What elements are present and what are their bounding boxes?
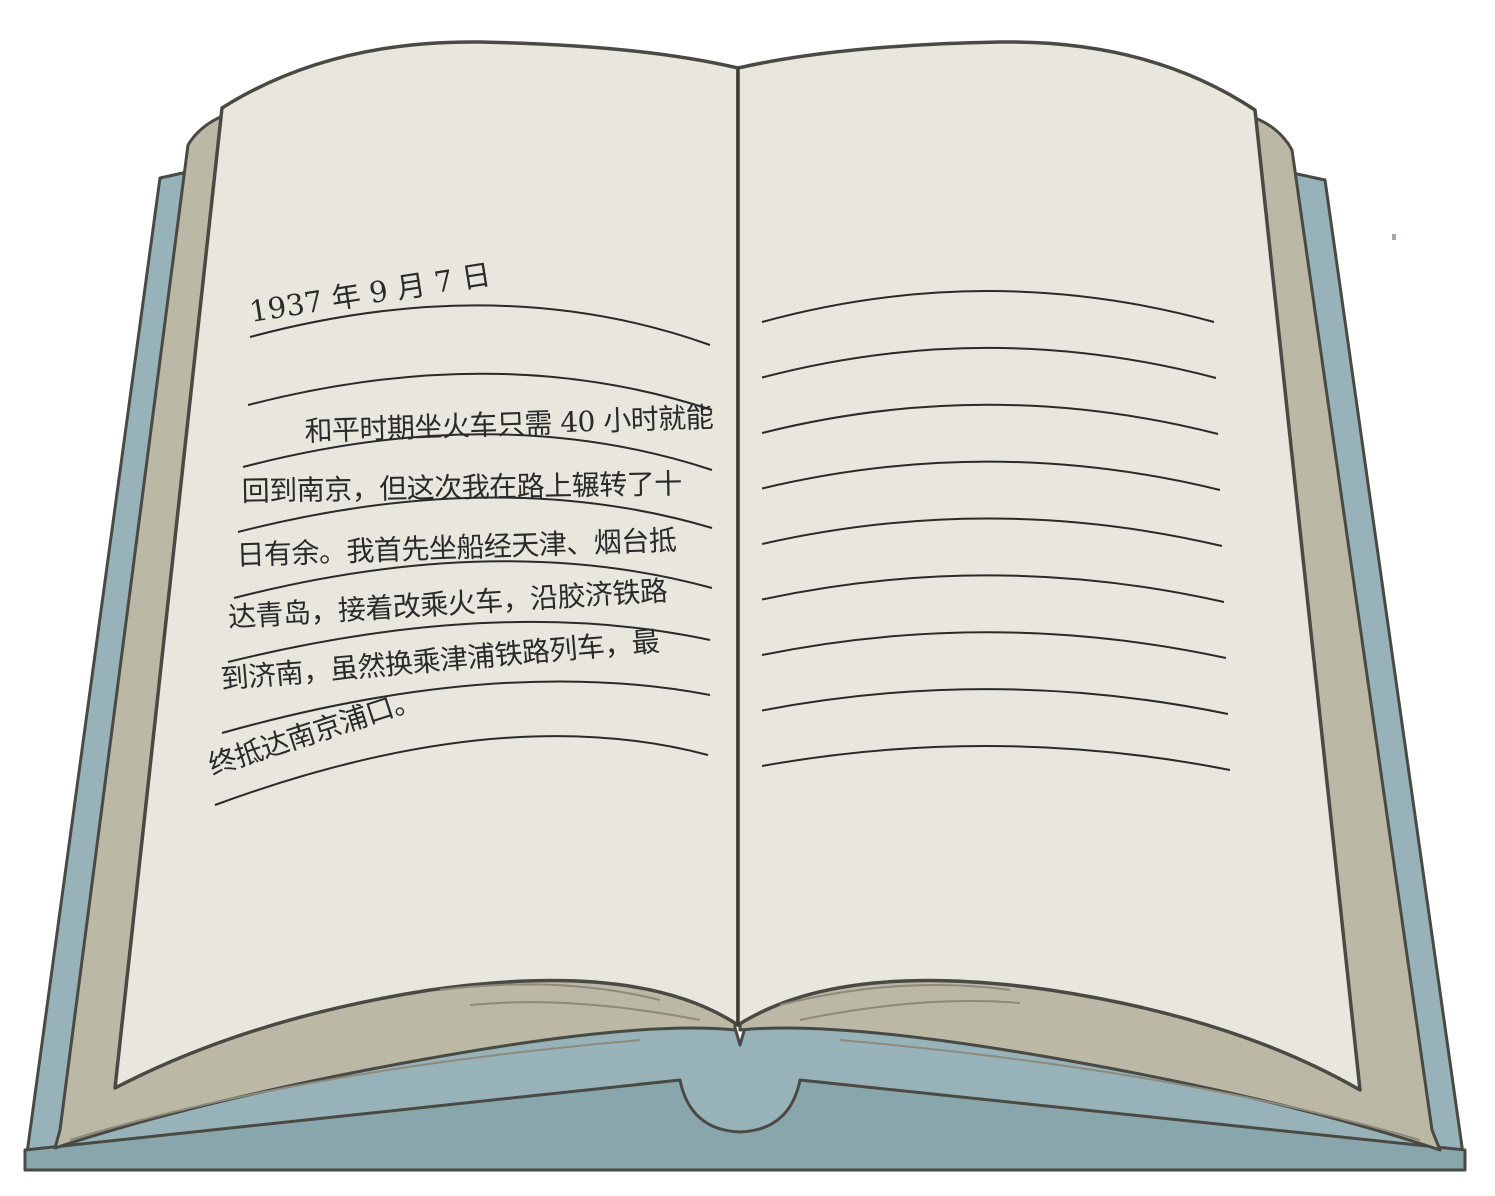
book-drawing — [23, 40, 1467, 1172]
open-book-illustration: 1937 年 9 月 7 日 和平时期坐火车只需 40 小时就能 回到南京，但这… — [0, 0, 1495, 1196]
diary-line-2: 回到南京，但这次我在路上辗转了十 — [241, 467, 682, 508]
speck — [1392, 234, 1396, 240]
